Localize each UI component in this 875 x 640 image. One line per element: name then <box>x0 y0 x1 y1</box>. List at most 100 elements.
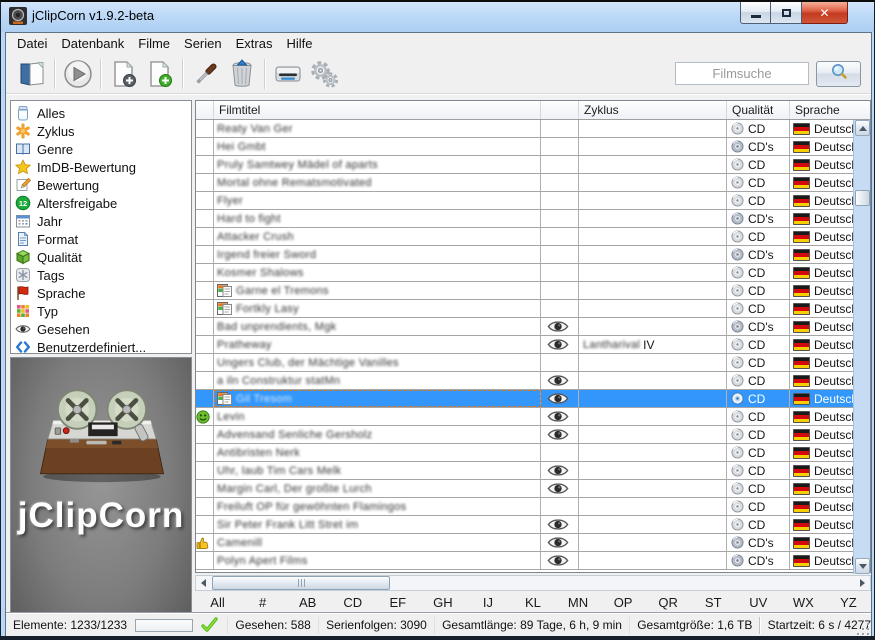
sidebar-item-sprache[interactable]: Sprache <box>11 284 191 302</box>
column-header-seen[interactable] <box>541 101 579 119</box>
sidebar-item-genre[interactable]: Genre <box>11 140 191 158</box>
scroll-right-button[interactable] <box>855 576 870 590</box>
alpha-filter-yz[interactable]: YZ <box>826 595 871 610</box>
table-row[interactable]: a iln Construktur statMnCDDeutsch <box>196 372 853 390</box>
cell-filmtitel: Irgend freier Sword <box>214 246 541 263</box>
menu-item-hilfe[interactable]: Hilfe <box>279 34 319 53</box>
alpha-filter-all[interactable]: All <box>195 595 240 610</box>
minimize-button[interactable] <box>740 2 771 24</box>
table-row[interactable]: Reaty Van GerCDDeutsch <box>196 120 853 138</box>
play-button[interactable] <box>60 57 96 91</box>
add-series-button[interactable] <box>142 57 178 91</box>
column-header-zyklus[interactable]: Zyklus <box>579 101 727 119</box>
column-header-qualitaet[interactable]: Qualität <box>727 101 790 119</box>
alpha-filter-op[interactable]: OP <box>601 595 646 610</box>
scroll-down-button[interactable] <box>855 558 870 574</box>
sidebar-item-gesehen[interactable]: Gesehen <box>11 320 191 338</box>
table-row[interactable]: Kosmer ShalowsCDDeutsch <box>196 264 853 282</box>
sidebar-item-typ[interactable]: Typ <box>11 302 191 320</box>
sidebar-item-zyklus[interactable]: Zyklus <box>11 122 191 140</box>
table-row[interactable]: Uhr, laub Tim Cars MelkCDDeutsch <box>196 462 853 480</box>
sidebar-item-alles[interactable]: Alles <box>11 104 191 122</box>
table-row[interactable]: FlyerCDDeutsch <box>196 192 853 210</box>
table-row[interactable]: Hei GmbtCD'sDeutsch <box>196 138 853 156</box>
close-button[interactable]: ✕ <box>802 2 848 24</box>
sidebar-item-benutzerdefiniert[interactable]: Benutzerdefiniert... <box>11 338 191 354</box>
resize-grip[interactable] <box>856 622 869 635</box>
export-button[interactable] <box>270 57 306 91</box>
horizontal-scrollbar[interactable] <box>195 575 871 591</box>
menu-item-datenbank[interactable]: Datenbank <box>54 34 131 53</box>
maximize-button[interactable] <box>771 2 802 24</box>
search-input[interactable] <box>675 62 809 85</box>
cell-flag <box>196 426 214 443</box>
table-row[interactable]: LevinCDDeutsch <box>196 408 853 426</box>
menu-item-filme[interactable]: Filme <box>131 34 177 53</box>
menu-item-extras[interactable]: Extras <box>229 34 280 53</box>
column-header-filmtitel[interactable]: Filmtitel <box>214 101 541 119</box>
menu-item-serien[interactable]: Serien <box>177 34 229 53</box>
cell-sprache: Deutsch <box>790 444 853 461</box>
cd-icon <box>731 338 744 351</box>
table-row[interactable]: Margin Carl, Der großte LurchCDDeutsch <box>196 480 853 498</box>
alpha-filter-st[interactable]: ST <box>691 595 736 610</box>
alpha-filter-kl[interactable]: KL <box>510 595 555 610</box>
alpha-filter-ij[interactable]: IJ <box>465 595 510 610</box>
add-movie-button[interactable] <box>106 57 142 91</box>
sidebar-item-bewertung[interactable]: Bewertung <box>11 176 191 194</box>
table-row[interactable]: Polyn Apert FilmsCD'sDeutsch <box>196 552 853 570</box>
sidebar-item-jahr[interactable]: Jahr <box>11 212 191 230</box>
table-row[interactable]: Bad unprendients, MgkCD'sDeutsch <box>196 318 853 336</box>
sidebar-item-label: Qualität <box>37 250 82 265</box>
table-row[interactable]: CamenillCD'sDeutsch <box>196 534 853 552</box>
open-database-button[interactable] <box>14 57 50 91</box>
delete-button[interactable] <box>224 57 260 91</box>
quality-label: CD's <box>748 248 774 262</box>
cds-icon <box>731 140 744 153</box>
sidebar-item-tags[interactable]: Tags <box>11 266 191 284</box>
alpha-filter-wx[interactable]: WX <box>781 595 826 610</box>
table-row[interactable]: Irgend freier SwordCD'sDeutsch <box>196 246 853 264</box>
table-row[interactable]: Gil TresomCDDeutsch <box>196 390 853 408</box>
cell-sprache: Deutsch <box>790 156 853 173</box>
alpha-filter-ef[interactable]: EF <box>375 595 420 610</box>
alpha-filter-uv[interactable]: UV <box>736 595 781 610</box>
table-row[interactable]: Freiluft OP für gewöhnten FlamingosCDDeu… <box>196 498 853 516</box>
vertical-scroll-thumb[interactable] <box>855 190 870 206</box>
sidebar-item-imdb-bewertung[interactable]: ImDB-Bewertung <box>11 158 191 176</box>
column-header-flag[interactable] <box>196 101 214 119</box>
table-row[interactable]: Antibristen NerkCDDeutsch <box>196 444 853 462</box>
alpha-filter-cd[interactable]: CD <box>330 595 375 610</box>
table-row[interactable]: Advensand Senliche GersholzCDDeutsch <box>196 426 853 444</box>
quality-label: CD <box>748 194 765 208</box>
sidebar-item-altersfreigabe[interactable]: 12Altersfreigabe <box>11 194 191 212</box>
alpha-filter-qr[interactable]: QR <box>646 595 691 610</box>
sidebar-item-qualit-t[interactable]: Qualität <box>11 248 191 266</box>
scroll-up-button[interactable] <box>855 120 870 136</box>
vertical-scrollbar[interactable] <box>853 120 870 574</box>
table-row[interactable]: Ungers Club, der Mächtige VanillesCDDeut… <box>196 354 853 372</box>
settings-button[interactable] <box>306 57 342 91</box>
horizontal-scroll-thumb[interactable] <box>212 576 390 590</box>
table-row[interactable]: Attacker CrushCDDeutsch <box>196 228 853 246</box>
table-row[interactable]: Pruly Samtwey Mädel of apartsCDDeutsch <box>196 156 853 174</box>
alpha-filter-mn[interactable]: MN <box>556 595 601 610</box>
menu-item-datei[interactable]: Datei <box>10 34 54 53</box>
cell-qualitaet: CD's <box>727 318 790 335</box>
search-button[interactable] <box>816 61 861 87</box>
table-row[interactable]: Sir Peter Frank Litt Stret imCDDeutsch <box>196 516 853 534</box>
table-row[interactable]: PrathewayLantharivalIVCDDeutsch <box>196 336 853 354</box>
table-row[interactable]: Mortal ohne RematsmotivatedCDDeutsch <box>196 174 853 192</box>
scroll-left-button[interactable] <box>196 576 211 590</box>
alpha-filter-gh[interactable]: GH <box>420 595 465 610</box>
table-row[interactable]: Fortkly LasyCDDeutsch <box>196 300 853 318</box>
column-header-sprache[interactable]: Sprache <box>790 101 853 119</box>
alpha-filter-hash[interactable]: # <box>240 595 285 610</box>
tools-button[interactable] <box>188 57 224 91</box>
cell-seen <box>541 156 579 173</box>
sidebar-item-format[interactable]: Format <box>11 230 191 248</box>
table-row[interactable]: Garne el TremonsCDDeutsch <box>196 282 853 300</box>
table-row[interactable]: Hard to fightCD'sDeutsch <box>196 210 853 228</box>
alpha-filter-ab[interactable]: AB <box>285 595 330 610</box>
titlebar[interactable]: jClipCorn v1.9.2-beta ✕ <box>1 2 874 32</box>
